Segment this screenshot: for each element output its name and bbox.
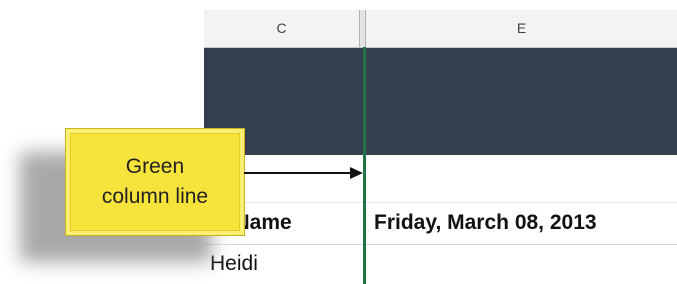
callout-box: Green column line	[65, 128, 245, 236]
column-header-c[interactable]: C	[204, 10, 359, 47]
callout-line-1: Green	[125, 155, 185, 178]
table-row: Heidi	[204, 244, 677, 284]
arrow-right-icon	[244, 167, 363, 179]
callout-text: Green column line	[102, 152, 208, 212]
column-header-e[interactable]: E	[366, 10, 677, 47]
first-name-cell[interactable]: Heidi	[210, 244, 360, 284]
callout-line-2: column line	[101, 185, 209, 208]
date-cell[interactable]	[374, 244, 677, 284]
column-header-row: C E	[204, 10, 677, 48]
title-band	[204, 48, 677, 155]
table-header-row: st Name Friday, March 08, 2013	[204, 202, 677, 245]
hidden-column-divider[interactable]	[359, 10, 366, 47]
date-header-cell[interactable]: Friday, March 08, 2013	[374, 202, 677, 244]
